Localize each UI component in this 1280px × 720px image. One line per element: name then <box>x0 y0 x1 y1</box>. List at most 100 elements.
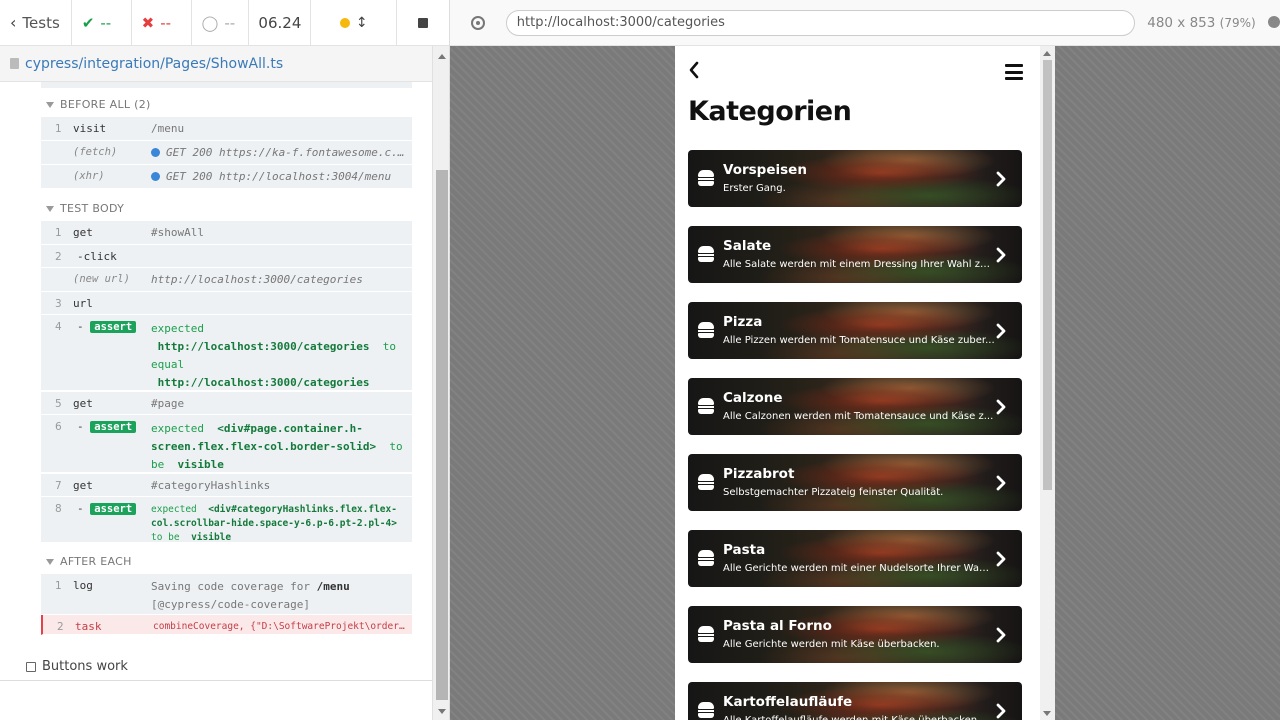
category-card[interactable]: Pasta al Forno Alle Gerichte werden mit K… <box>688 606 1022 663</box>
scroll-down-icon[interactable] <box>1043 711 1051 716</box>
spec-path-link[interactable]: cypress/integration/Pages/ShowAll.ts <box>25 56 283 72</box>
app-scrollbar[interactable] <box>1040 46 1055 720</box>
category-card[interactable]: Pasta Alle Gerichte werden mit einer Nude… <box>688 530 1022 587</box>
scroll-down-icon[interactable] <box>438 709 446 714</box>
viewport-info[interactable]: 480 x 853 (79%) <box>1147 15 1280 31</box>
scroll-up-icon[interactable] <box>438 54 446 59</box>
log-bold: /menu <box>316 580 350 593</box>
category-card[interactable]: Pizzabrot Selbstgemachter Pizzateig feins… <box>688 454 1022 511</box>
failed-stat: ✖ -- <box>132 0 192 46</box>
assert-badge: assert <box>90 421 137 433</box>
command-name: visit <box>73 122 107 135</box>
auto-scroll-toggle[interactable]: ↕ <box>311 0 398 46</box>
scroll-thumb[interactable] <box>436 170 448 700</box>
command-assert-url[interactable]: 4 - assert expected http://localhost:300… <box>41 315 412 391</box>
command-name: - assert <box>77 420 137 433</box>
hook-test-body[interactable]: TEST BODY <box>46 202 124 215</box>
command-new-url[interactable]: (new url) http://localhost:3000/categori… <box>41 268 412 292</box>
command-log[interactable]: 1 log Saving code coverage for /menu [@c… <box>41 574 412 615</box>
hamburger-food-icon <box>698 702 714 718</box>
hamburger-food-icon <box>698 170 714 186</box>
scroll-thumb[interactable] <box>1043 60 1052 490</box>
command-number: 8 <box>55 503 62 515</box>
category-description: Alle Kartoffelaufläufe werden mit Käse ü… <box>723 715 995 720</box>
log-text: Saving code coverage for <box>151 580 310 593</box>
hook-after-each[interactable]: AFTER EACH <box>46 555 132 568</box>
bun-top <box>698 702 714 709</box>
hamburger-food-icon <box>698 246 714 262</box>
category-description: Alle Pizzen werden mit Tomatensuce und K… <box>723 335 995 346</box>
assert-value: http://localhost:3000/categories <box>157 376 370 389</box>
crosshairs-icon <box>470 15 485 30</box>
assert-message: expected http://localhost:3000/categorie… <box>151 320 396 392</box>
command-url[interactable]: 3 url <box>41 292 412 315</box>
category-description: Erster Gang. <box>723 183 786 194</box>
selector-playground-button[interactable] <box>450 0 506 46</box>
command-name: - assert <box>77 320 137 333</box>
command-number: 1 <box>55 123 62 135</box>
category-name: Salate <box>723 238 772 254</box>
reporter-scrollbar[interactable] <box>432 46 449 720</box>
page-title: Kategorien <box>688 96 852 127</box>
category-card[interactable]: Pizza Alle Pizzen werden mit Tomatensuce … <box>688 302 1022 359</box>
category-card[interactable]: Salate Alle Salate werden mit einem Dress… <box>688 226 1022 283</box>
command-message: /menu <box>151 122 185 135</box>
test-buttons-work[interactable]: Buttons work <box>26 659 128 674</box>
menu-bar <box>1005 77 1023 80</box>
url-bar[interactable]: http://localhost:3000/categories <box>505 9 1136 36</box>
command-get-showall[interactable]: 1 get #showAll <box>41 221 412 245</box>
category-name: Vorspeisen <box>723 162 807 178</box>
spec-path-bar: cypress/integration/Pages/ShowAll.ts <box>0 46 449 82</box>
assert-line: expected <div#categoryHashlinks.flex.fle… <box>151 503 397 517</box>
patty <box>698 406 714 408</box>
pending-count: -- <box>224 13 236 32</box>
category-card[interactable]: Kartoffelaufläufe Alle Kartoffelaufläufe … <box>688 682 1022 720</box>
command-assert-page[interactable]: 6 - assert expected <div#page.container.… <box>41 415 412 473</box>
category-name: Calzone <box>723 390 783 406</box>
assert-line: http://localhost:3000/categories <box>151 374 396 392</box>
menu-bar <box>1005 70 1023 74</box>
command-number: 3 <box>55 298 62 310</box>
command-number: 5 <box>55 398 62 410</box>
command-number: 6 <box>55 421 62 433</box>
command-click[interactable]: 2 -click <box>41 245 412 268</box>
command-visit[interactable]: 1 visit /menu <box>41 117 412 141</box>
back-to-tests-button[interactable]: ‹ Tests <box>0 0 72 46</box>
hamburger-food-icon <box>698 398 714 414</box>
command-name: (fetch) <box>73 146 118 158</box>
file-icon <box>10 58 19 69</box>
divider <box>0 680 432 681</box>
assert-line: be visible <box>151 456 403 474</box>
category-name: Pizzabrot <box>723 466 795 482</box>
hamburger-food-icon <box>698 322 714 338</box>
bun-top <box>698 474 714 481</box>
command-get-page[interactable]: 5 get #page <box>41 392 412 415</box>
bun-top <box>698 398 714 405</box>
runnable-commands: BEFORE ALL (2) 1 visit /menu (fetch) GET… <box>0 82 432 680</box>
bun-bottom <box>698 561 714 566</box>
hamburger-menu-icon[interactable] <box>1005 64 1023 80</box>
hamburger-food-icon <box>698 626 714 642</box>
command-assert-category-hashlinks[interactable]: 8 - assert expected <div#categoryHashlin… <box>41 497 412 543</box>
hook-title: BEFORE ALL (2) <box>60 98 151 111</box>
command-xhr[interactable]: (xhr) GET 200 http://localhost:3004/menu <box>41 165 412 189</box>
arrows-vertical-icon: ↕ <box>355 14 368 31</box>
scroll-up-icon[interactable] <box>1043 51 1051 56</box>
patty <box>698 254 714 256</box>
category-card[interactable]: Vorspeisen Erster Gang. <box>688 150 1022 207</box>
hamburger-food-icon <box>698 474 714 490</box>
command-fetch[interactable]: (fetch) GET 200 https://ka-f.fontawesome… <box>41 141 412 165</box>
assert-word: be <box>151 458 165 471</box>
command-message: GET 200 http://localhost:3004/menu <box>151 170 406 183</box>
hook-before-all[interactable]: BEFORE ALL (2) <box>46 98 151 111</box>
stop-button[interactable] <box>397 0 449 46</box>
assert-word: expected <box>151 504 197 515</box>
command-get-category-hashlinks[interactable]: 7 get #categoryHashlinks <box>41 474 412 497</box>
category-card[interactable]: Calzone Alle Calzonen werden mit Tomatens… <box>688 378 1022 435</box>
chevron-left-icon[interactable] <box>687 60 701 80</box>
tests-label: Tests <box>22 13 60 32</box>
command-message: http://localhost:3000/categories <box>151 273 363 286</box>
test-title: Buttons work <box>42 659 128 674</box>
command-task-failed[interactable]: 2 task combineCoverage, {"D:\SoftwarePro… <box>41 615 412 635</box>
command-message: GET 200 https://ka-f.fontawesome.c... <box>151 146 406 159</box>
